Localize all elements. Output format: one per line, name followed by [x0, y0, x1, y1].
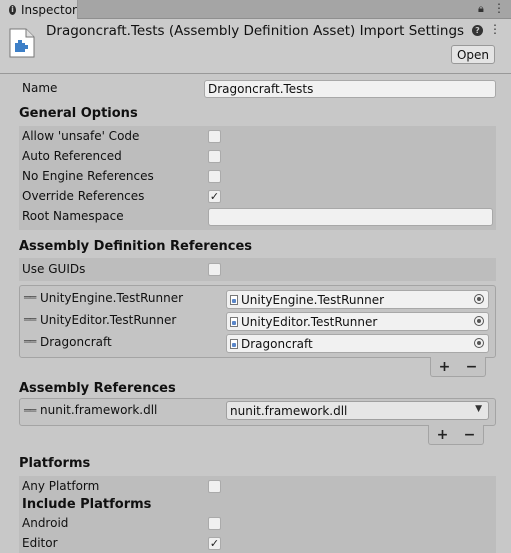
add-item-button[interactable]: +: [439, 359, 451, 375]
drag-handle-icon[interactable]: ══: [24, 313, 36, 326]
assembly-definition-icon: [230, 294, 238, 305]
list-item-label: nunit.framework.dll: [40, 403, 158, 417]
list-add-remove-bar: + −: [428, 425, 484, 445]
use-guids-row: [19, 258, 496, 281]
asmdef-reference-field[interactable]: UnityEngine.TestRunner: [226, 290, 489, 309]
list-add-remove-bar: + −: [430, 357, 486, 377]
open-button[interactable]: Open: [451, 45, 495, 64]
add-item-button[interactable]: +: [437, 427, 449, 443]
asmdef-reference-field[interactable]: Dragoncraft: [226, 334, 489, 353]
drag-handle-icon[interactable]: ══: [24, 335, 36, 348]
help-icon[interactable]: ?: [472, 25, 483, 36]
root-namespace-label: Root Namespace: [22, 209, 124, 223]
general-options-title: General Options: [19, 106, 138, 121]
auto-referenced-checkbox[interactable]: [208, 150, 221, 163]
assembly-references-title: Assembly References: [19, 381, 176, 396]
name-field[interactable]: Dragoncraft.Tests: [204, 80, 496, 98]
page-title: Dragoncraft.Tests (Assembly Definition A…: [46, 23, 465, 39]
drag-handle-icon[interactable]: ══: [24, 291, 36, 304]
list-item-label: Dragoncraft: [40, 335, 112, 349]
use-guids-label: Use GUIDs: [22, 262, 86, 276]
list-item-label: UnityEditor.TestRunner: [40, 313, 177, 327]
android-label: Android: [22, 516, 69, 530]
allow-unsafe-checkbox[interactable]: [208, 130, 221, 143]
no-engine-references-checkbox[interactable]: [208, 170, 221, 183]
any-platform-checkbox[interactable]: [208, 480, 221, 493]
lock-icon[interactable]: 🔒︎: [478, 2, 484, 16]
override-references-label: Override References: [22, 189, 145, 203]
any-platform-label: Any Platform: [22, 479, 100, 493]
no-engine-references-label: No Engine References: [22, 169, 154, 183]
auto-referenced-label: Auto Referenced: [22, 149, 122, 163]
object-picker-icon[interactable]: [474, 338, 484, 348]
chevron-down-icon: ▼: [475, 404, 482, 414]
assembly-definition-icon: [9, 28, 35, 58]
platforms-title: Platforms: [19, 456, 91, 471]
editor-label: Editor: [22, 536, 58, 550]
android-checkbox[interactable]: [208, 517, 221, 530]
list-item-label: UnityEngine.TestRunner: [40, 291, 184, 305]
info-icon: i: [9, 4, 17, 15]
object-picker-icon[interactable]: [474, 294, 484, 304]
tab-bar: i Inspector 🔒︎ ⋮: [0, 0, 511, 19]
asmdef-references-title: Assembly Definition References: [19, 239, 253, 254]
tab-inspector[interactable]: i Inspector: [0, 0, 78, 19]
object-field-value: UnityEditor.TestRunner: [241, 314, 378, 329]
object-picker-icon[interactable]: [474, 316, 484, 326]
remove-item-button[interactable]: −: [464, 427, 476, 443]
assembly-reference-dropdown[interactable]: nunit.framework.dll ▼: [226, 401, 489, 420]
root-namespace-field[interactable]: [208, 208, 493, 226]
include-platforms-title: Include Platforms: [22, 497, 152, 512]
asmdef-reference-field[interactable]: UnityEditor.TestRunner: [226, 312, 489, 331]
dropdown-value: nunit.framework.dll: [230, 403, 348, 418]
editor-checkbox[interactable]: ✓: [208, 537, 221, 550]
drag-handle-icon[interactable]: ══: [24, 404, 36, 417]
assembly-definition-icon: [230, 316, 238, 327]
name-label: Name: [22, 81, 58, 95]
allow-unsafe-label: Allow 'unsafe' Code: [22, 129, 140, 143]
remove-item-button[interactable]: −: [466, 359, 478, 375]
use-guids-checkbox[interactable]: [208, 263, 221, 276]
assembly-definition-icon: [230, 338, 238, 349]
object-field-value: Dragoncraft: [241, 336, 313, 351]
tab-label: Inspector: [21, 2, 77, 17]
override-references-checkbox[interactable]: ✓: [208, 190, 221, 203]
object-field-value: UnityEngine.TestRunner: [241, 292, 385, 307]
kebab-menu-icon[interactable]: ⋮: [489, 22, 501, 36]
kebab-menu-icon[interactable]: ⋮: [493, 1, 505, 15]
inspector-header: Dragoncraft.Tests (Assembly Definition A…: [0, 19, 511, 74]
